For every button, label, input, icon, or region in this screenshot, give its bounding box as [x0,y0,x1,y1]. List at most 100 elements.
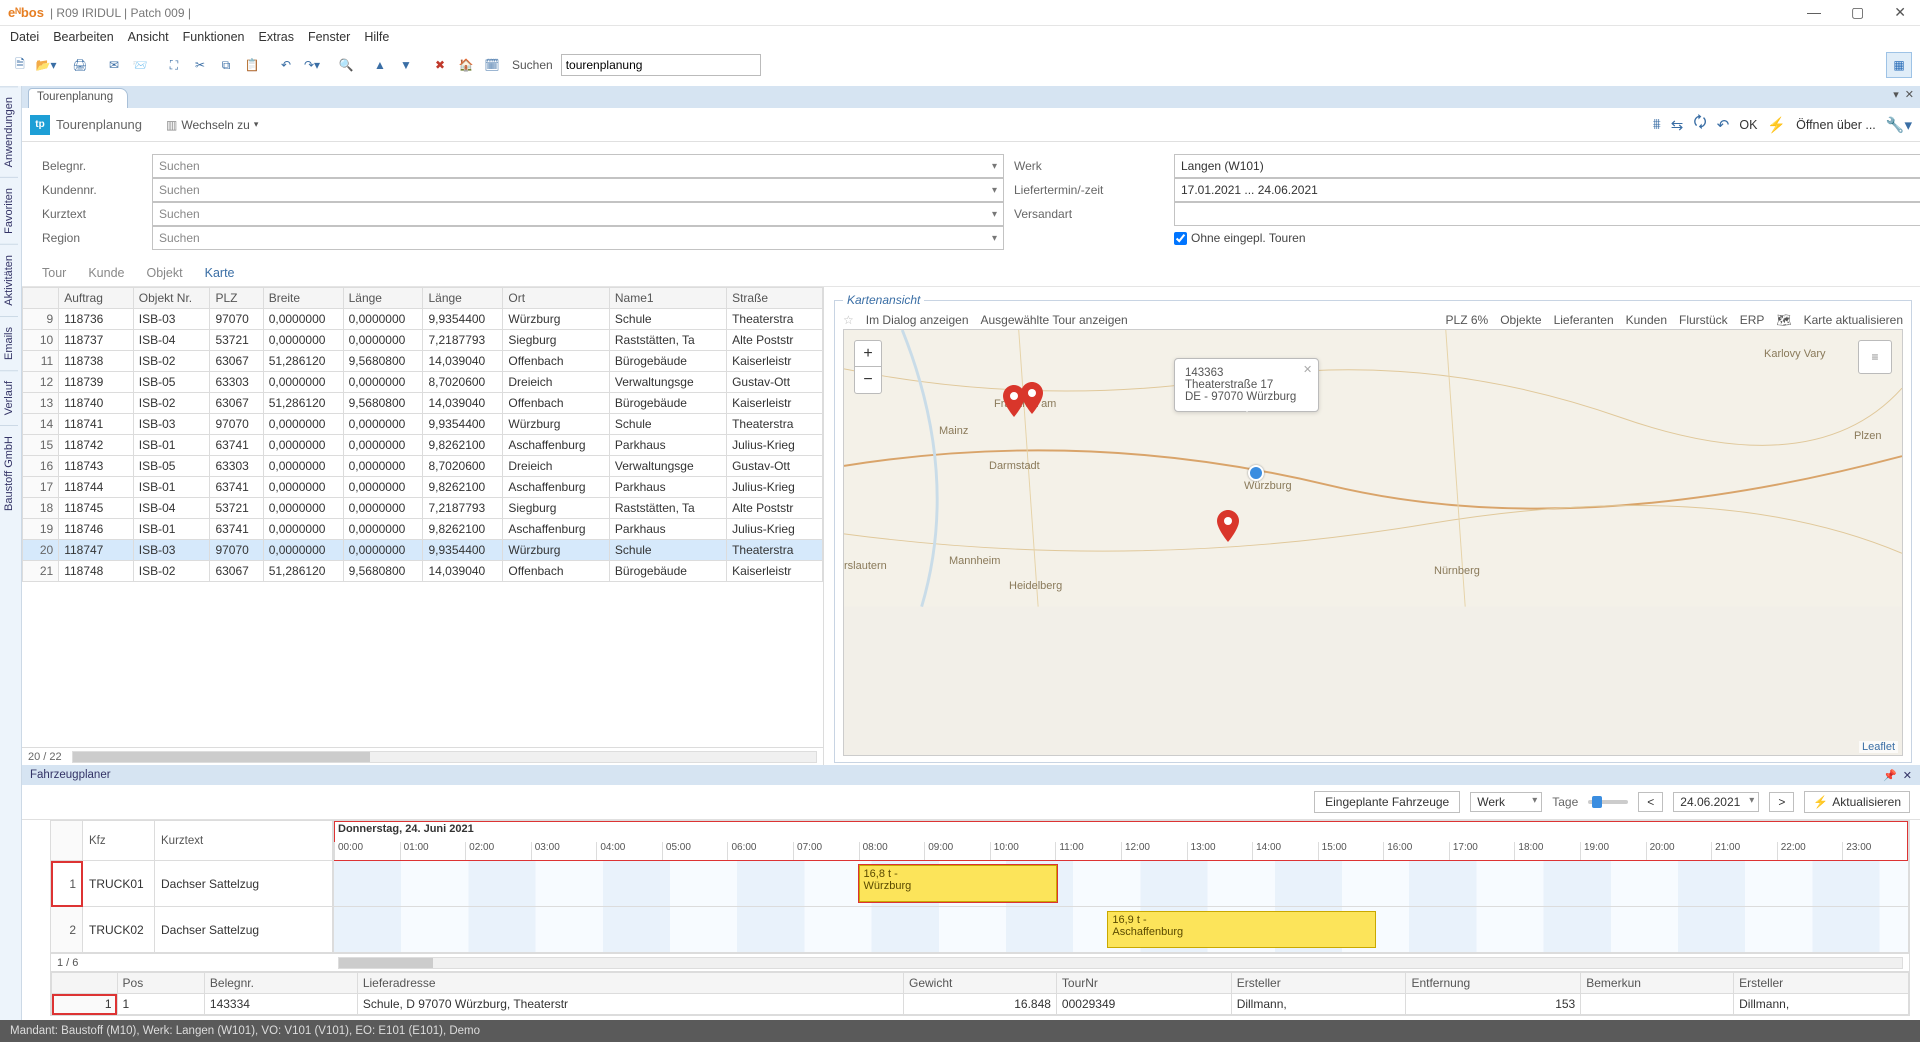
map-marker-red[interactable] [1216,510,1240,542]
menu-item-bearbeiten[interactable]: Bearbeiten [53,30,113,44]
cut-icon[interactable]: ✂ [188,53,212,77]
menu-item-hilfe[interactable]: Hilfe [364,30,389,44]
table-row[interactable]: 16118743ISB-05633030,00000000,00000008,7… [23,456,823,477]
orders-grid[interactable]: AuftragObjekt Nr.PLZBreiteLängeLängeOrtN… [22,287,823,747]
map-action[interactable]: PLZ 6% [1446,313,1489,327]
gantt-bar[interactable]: 16,8 t -Würzburg [859,865,1057,902]
grid-header[interactable]: Länge [423,288,503,309]
detail-header[interactable]: TourNr [1056,973,1231,994]
leaflet-attribution[interactable]: Leaflet [1859,741,1898,753]
sidebar-tab-favoriten[interactable]: Favoriten [0,177,18,244]
map-marker-blue[interactable] [1248,465,1264,481]
detail-header[interactable]: Bemerkun [1581,973,1734,994]
map-action[interactable]: ERP [1740,313,1765,327]
bolt-icon[interactable]: ⚡ [1767,116,1786,134]
map-marker-red[interactable] [1020,382,1044,414]
planner-detail-grid[interactable]: PosBelegnr.LieferadresseGewichtTourNrErs… [50,972,1910,1016]
table-row[interactable]: 10118737ISB-04537210,00000000,00000007,2… [23,330,823,351]
mail-icon[interactable]: ✉ [102,53,126,77]
map-canvas[interactable]: + − ≡ Frankfurt am Mainz Darmstadt Würzb… [843,329,1903,756]
open-folder-icon[interactable]: 📂▾ [34,53,58,77]
detail-row[interactable]: 11143334Schule, D 97070 Würzburg, Theate… [52,994,1909,1015]
grid-hscrollbar[interactable] [72,751,817,763]
open-via-button[interactable]: Öffnen über ... [1796,118,1876,132]
up-icon[interactable]: ▲ [368,53,392,77]
layout-toggle-icon[interactable]: ▦ [1886,52,1912,78]
map-action[interactable]: Flurstück [1679,313,1728,327]
detail-header[interactable]: Ersteller [1231,973,1406,994]
document-tab-tourenplanung[interactable]: Tourenplanung [28,88,128,108]
grid-header[interactable] [23,288,59,309]
sidebar-tab-anwendungen[interactable]: Anwendungen [0,86,18,177]
delete-icon[interactable]: ✖ [428,53,452,77]
checkbox-ohne-eingepl[interactable]: Ohne eingepl. Touren [1174,231,1920,245]
detail-header[interactable] [52,973,118,994]
refresh-icon[interactable]: 🗘 [1693,112,1706,137]
undo-arrow-icon[interactable]: ↶ [1717,116,1730,134]
detail-header[interactable]: Pos [117,973,204,994]
table-row[interactable]: 20118747ISB-03970700,00000000,00000009,9… [23,540,823,561]
werk-dropdown[interactable]: Werk [1470,792,1542,812]
grid-header[interactable]: Auftrag [59,288,134,309]
table-row[interactable]: 15118742ISB-01637410,00000000,00000009,8… [23,435,823,456]
copy-icon[interactable]: ⧉ [214,53,238,77]
menu-item-datei[interactable]: Datei [10,30,39,44]
date-picker[interactable]: 24.06.2021 [1673,792,1759,812]
table-row[interactable]: 18118745ISB-04537210,00000000,00000007,2… [23,498,823,519]
checkbox-input[interactable] [1174,232,1187,245]
search-input[interactable] [561,54,761,76]
combo-kundennr[interactable]: Suchen [152,178,1004,202]
table-row[interactable]: 12118739ISB-05633030,00000000,00000008,7… [23,372,823,393]
grid-header[interactable]: PLZ [210,288,263,309]
tage-slider[interactable] [1588,800,1628,804]
detail-header[interactable]: Entfernung [1406,973,1581,994]
combo-versandart[interactable] [1174,202,1920,226]
gantt-hscrollbar[interactable] [338,957,1903,969]
deselect-icon[interactable]: ⛶ [162,53,186,77]
popup-close-icon[interactable]: ✕ [1303,363,1312,376]
tool-icon-1[interactable]: ⩩ [1653,116,1661,133]
subtab-objekt[interactable]: Objekt [146,266,182,286]
mail-send-icon[interactable]: 📨 [128,53,152,77]
minimize-button[interactable]: — [1801,2,1827,23]
table-row[interactable]: 17118744ISB-01637410,00000000,00000009,8… [23,477,823,498]
calendar-icon[interactable]: 🗓 [480,53,504,77]
date-next-button[interactable]: > [1769,792,1794,812]
table-row[interactable]: 14118741ISB-03970700,00000000,00000009,9… [23,414,823,435]
table-row[interactable]: 9118736ISB-03970700,00000000,00000009,93… [23,309,823,330]
search-icon[interactable]: 🔍 [334,53,358,77]
map-action[interactable]: Kunden [1626,313,1667,327]
dock-dropdown-icon[interactable]: ▾ [1893,88,1899,101]
detail-header[interactable]: Lieferadresse [357,973,903,994]
gantt-row[interactable]: 1TRUCK01Dachser Sattelzug [51,861,333,907]
pin-icon[interactable]: 📌 [1883,769,1897,782]
sidebar-tab-verlauf[interactable]: Verlauf [0,370,18,425]
switch-to-dropdown[interactable]: ▥ Wechseln zu ▾ [166,118,258,132]
combo-region[interactable]: Suchen [152,226,1004,250]
menu-item-ansicht[interactable]: Ansicht [128,30,169,44]
gantt-bar[interactable]: 16,9 t -Aschaffenburg [1107,911,1376,948]
sidebar-tab-aktivitäten[interactable]: Aktivitäten [0,244,18,316]
grid-header[interactable]: Länge [343,288,423,309]
sidebar-tab-emails[interactable]: Emails [0,316,18,370]
map-action[interactable]: Objekte [1500,313,1541,327]
combo-liefertermin[interactable]: 17.01.2021 ... 24.06.2021 [1174,178,1920,202]
grid-header[interactable]: Name1 [609,288,726,309]
redo-icon[interactable]: ↷▾ [300,53,324,77]
gantt-timeline-row[interactable]: 16,9 t -Aschaffenburg [334,907,1908,953]
gear-dropdown-icon[interactable]: 🔧▾ [1886,116,1912,134]
dock-close-icon[interactable]: ✕ [1905,88,1914,101]
star-icon[interactable]: ☆ [843,313,854,327]
maximize-button[interactable]: ▢ [1845,2,1870,23]
subtab-kunde[interactable]: Kunde [88,266,124,286]
planned-vehicles-button[interactable]: Eingeplante Fahrzeuge [1314,791,1460,813]
table-row[interactable]: 19118746ISB-01637410,00000000,00000009,8… [23,519,823,540]
new-icon[interactable]: 🗎 [8,53,32,77]
map-action-dialog[interactable]: Im Dialog anzeigen [866,313,969,327]
date-prev-button[interactable]: < [1638,792,1663,812]
refresh-button[interactable]: ⚡Aktualisieren [1804,791,1910,813]
grid-header[interactable]: Objekt Nr. [133,288,210,309]
home-icon[interactable]: 🏠 [454,53,478,77]
table-row[interactable]: 13118740ISB-026306751,2861209,568080014,… [23,393,823,414]
undo-icon[interactable]: ↶ [274,53,298,77]
